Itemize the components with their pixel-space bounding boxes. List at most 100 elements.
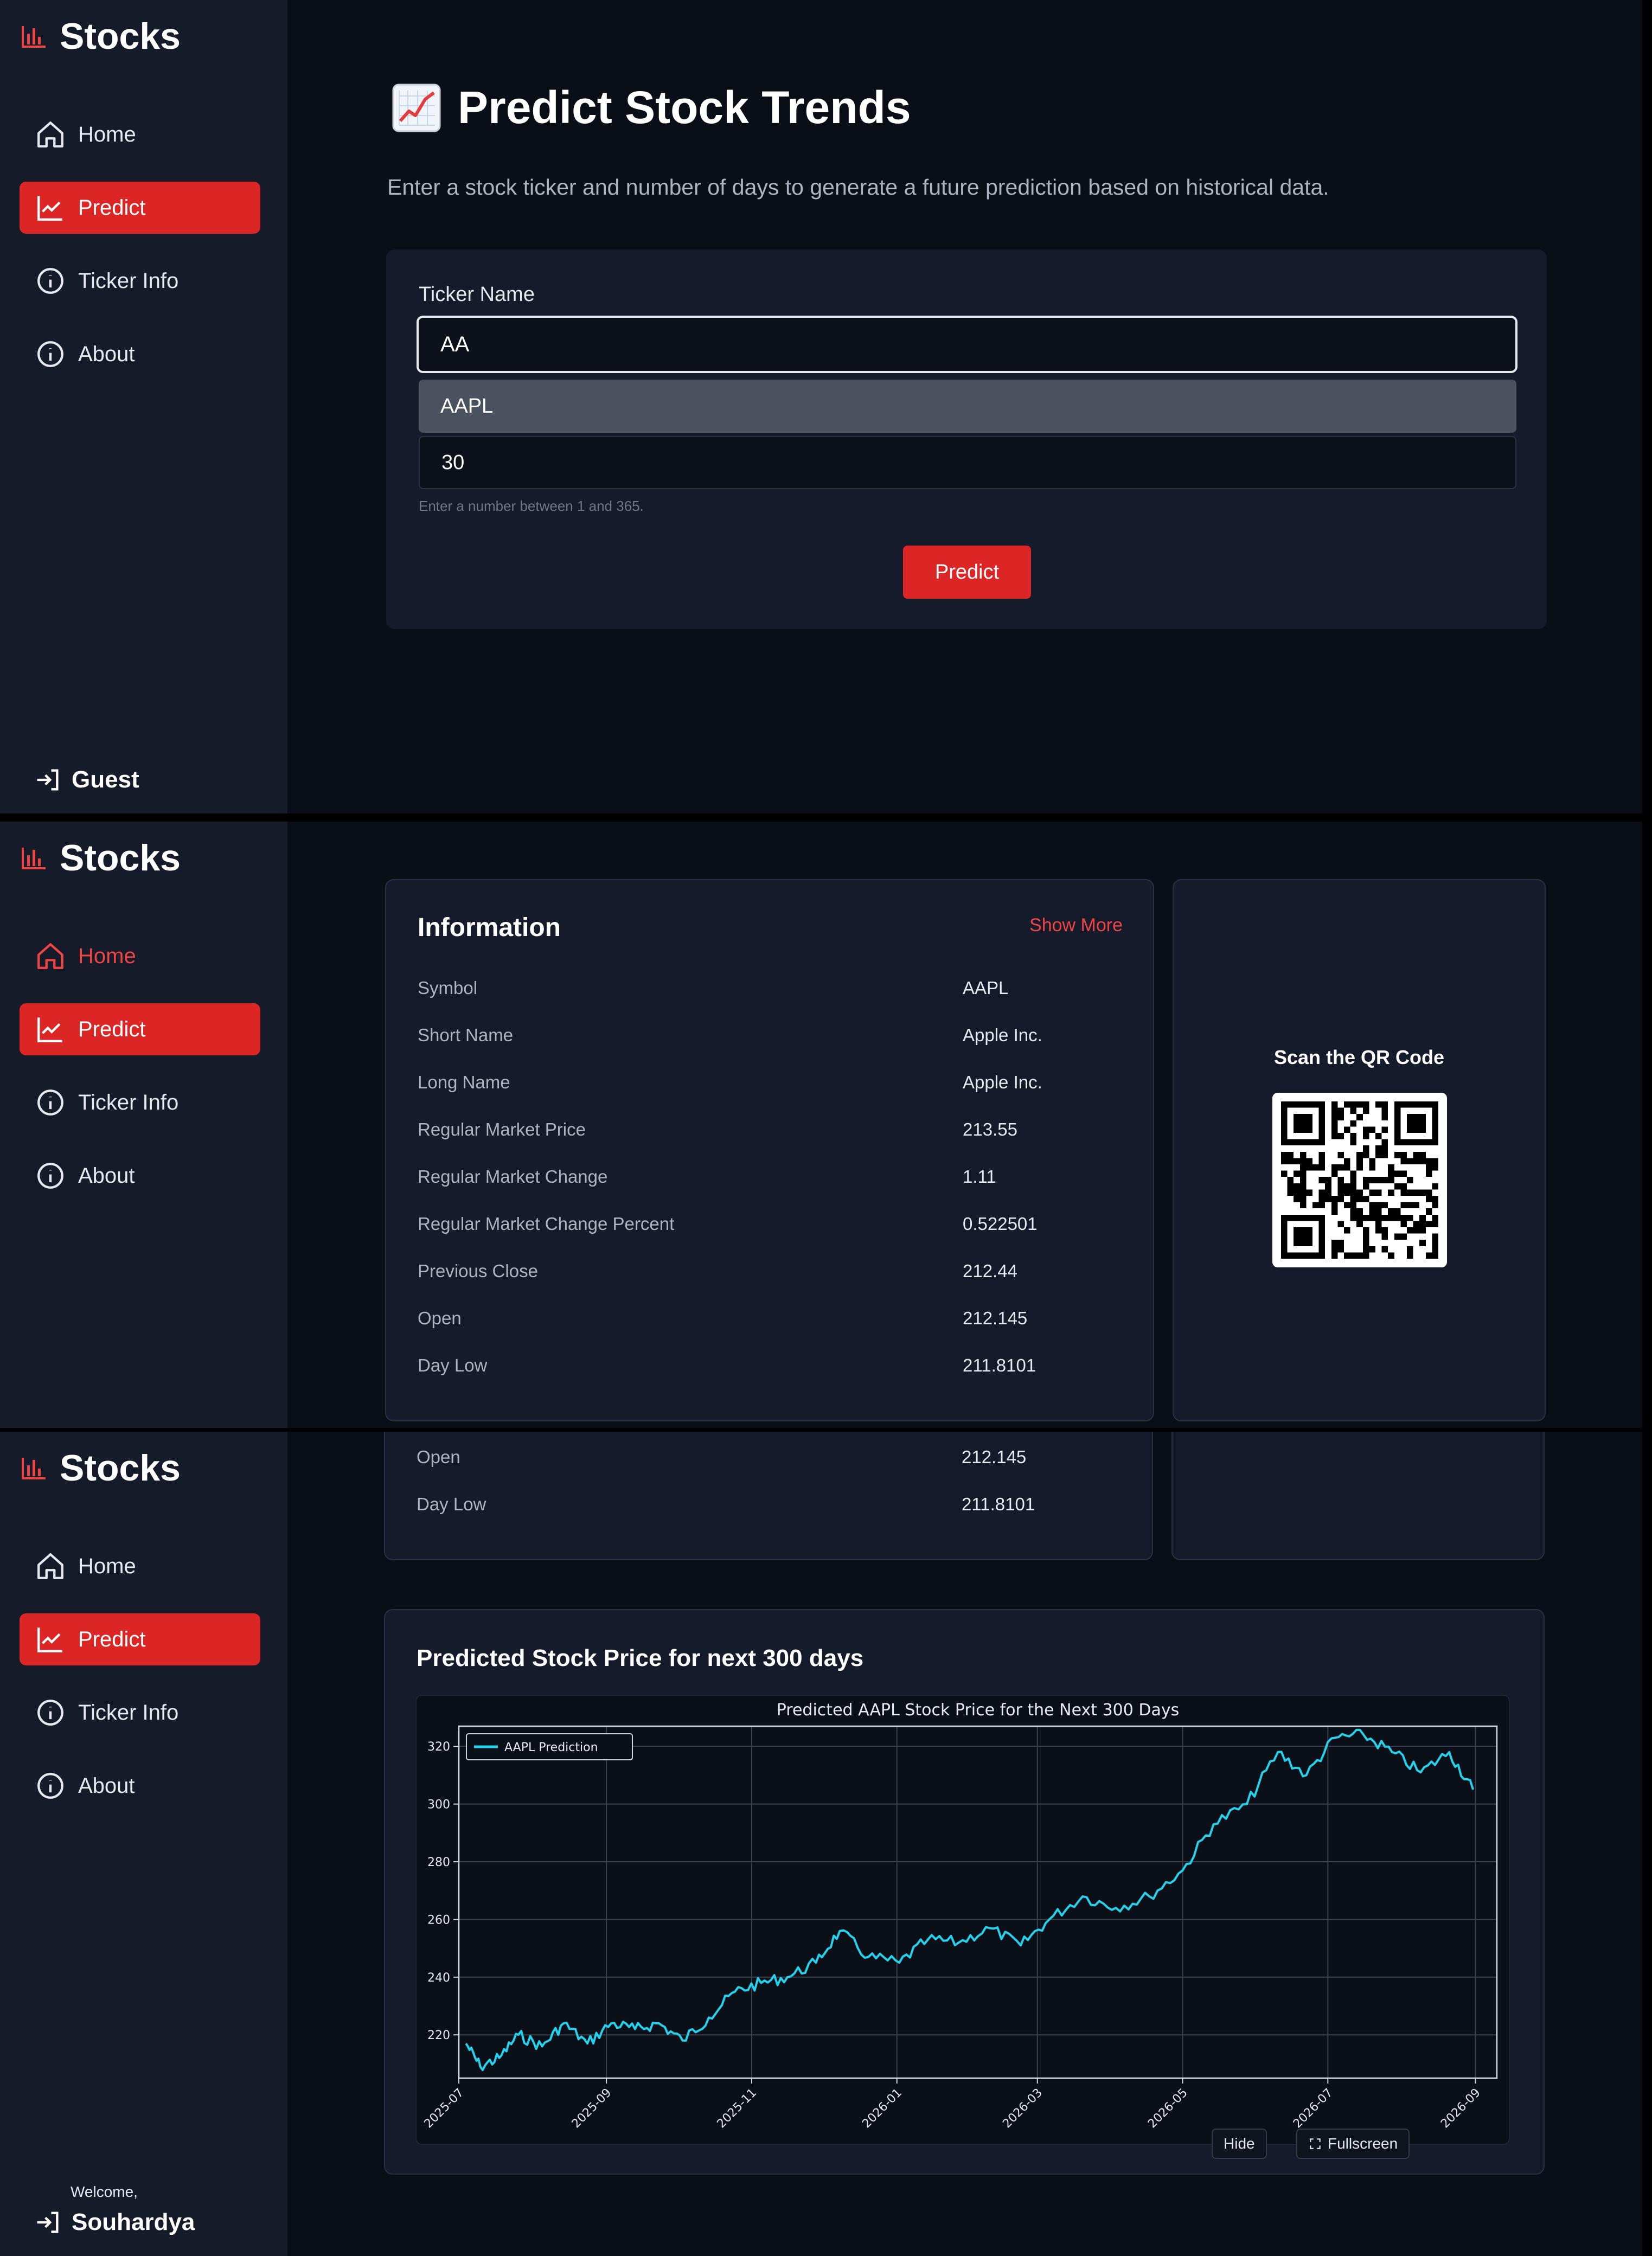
prediction-chart: Predicted AAPL Stock Price for the Next … — [415, 1695, 1510, 2145]
qr-module — [1394, 1170, 1401, 1177]
sidebar-item-about[interactable]: About — [20, 328, 260, 380]
qr-module — [1425, 1221, 1432, 1227]
qr-module — [1325, 1196, 1331, 1202]
qr-module — [1381, 1145, 1388, 1152]
days-input[interactable] — [419, 436, 1516, 489]
qr-card: Scan the QR Code — [1173, 879, 1546, 1421]
qr-module — [1375, 1227, 1382, 1234]
ticker-input[interactable] — [417, 316, 1517, 373]
sidebar: Stocks Home Predict Ticker Info About — [0, 0, 287, 813]
sidebar-item-predict[interactable]: Predict — [20, 1003, 260, 1055]
home-icon — [37, 1553, 63, 1579]
sidebar-item-home[interactable]: Home — [20, 1540, 260, 1592]
qr-module — [1400, 1214, 1407, 1221]
qr-module — [1331, 1133, 1338, 1139]
sidebar-item-about[interactable]: About — [20, 1150, 260, 1202]
qr-module — [1432, 1246, 1438, 1253]
qr-module — [1400, 1158, 1407, 1164]
qr-module — [1356, 1208, 1363, 1215]
sidebar-item-label: Ticker Info — [78, 1700, 179, 1725]
fullscreen-label: Fullscreen — [1328, 2135, 1398, 2152]
guest-label: Guest — [72, 766, 139, 793]
qr-module — [1356, 1151, 1363, 1158]
qr-module — [1331, 1170, 1338, 1177]
sidebar-item-label: Predict — [78, 195, 146, 220]
qr-module — [1388, 1252, 1394, 1259]
qr-module — [1425, 1158, 1432, 1164]
qr-module — [1337, 1196, 1344, 1202]
hide-button[interactable]: Hide — [1212, 2129, 1267, 2159]
qr-module — [1362, 1246, 1369, 1253]
qr-module — [1350, 1202, 1357, 1209]
user-profile[interactable]: Welcome, Souhardya — [34, 2183, 195, 2236]
brand[interactable]: Stocks — [21, 15, 181, 57]
sidebar-item-ticker-info[interactable]: Ticker Info — [20, 255, 260, 307]
qr-module — [1331, 1114, 1338, 1120]
sidebar-item-label: About — [78, 1773, 135, 1798]
y-tick-label: 280 — [427, 1856, 450, 1869]
qr-module — [1407, 1158, 1413, 1164]
info-row: Regular Market Price 213.55 — [418, 1119, 1123, 1167]
qr-module — [1381, 1233, 1388, 1240]
bar-chart-icon — [22, 848, 46, 869]
info-icon — [37, 1773, 63, 1799]
x-tick-label: 2026-01 — [860, 2086, 905, 2131]
login-icon — [37, 2212, 59, 2233]
qr-module — [1369, 1202, 1375, 1209]
sidebar-item-predict[interactable]: Predict — [20, 182, 260, 234]
x-tick-label: 2026-09 — [1438, 2086, 1483, 2131]
qr-module — [1299, 1196, 1307, 1202]
qr-card — [1171, 1432, 1545, 1560]
sidebar-item-ticker-info[interactable]: Ticker Info — [20, 1687, 260, 1739]
qr-module — [1318, 1177, 1326, 1183]
info-row: Day Low 211.8101 — [417, 1494, 1122, 1541]
brand[interactable]: Stocks — [21, 837, 181, 879]
sidebar-item-home[interactable]: Home — [20, 108, 260, 161]
brand[interactable]: Stocks — [21, 1447, 181, 1489]
qr-module — [1337, 1189, 1344, 1196]
qr-module — [1394, 1233, 1401, 1240]
qr-module — [1381, 1246, 1388, 1253]
trend-icon — [37, 196, 62, 221]
qr-module — [1407, 1189, 1413, 1196]
y-tick-label: 260 — [427, 1913, 450, 1927]
sidebar-item-label: Predict — [78, 1017, 146, 1041]
qr-module — [1375, 1208, 1382, 1215]
fullscreen-icon — [1310, 2138, 1321, 2149]
sidebar-item-label: Ticker Info — [78, 1090, 179, 1114]
qr-module — [1394, 1208, 1401, 1215]
qr-finder — [1407, 1114, 1426, 1133]
qr-module — [1294, 1189, 1300, 1196]
info-row-value: 212.145 — [962, 1447, 1027, 1467]
sidebar-item-home[interactable]: Home — [20, 930, 260, 982]
qr-module — [1356, 1189, 1363, 1196]
days-hint: Enter a number between 1 and 365. — [419, 498, 644, 514]
qr-module — [1344, 1189, 1350, 1196]
guest-login[interactable]: Guest — [34, 766, 139, 794]
qr-module — [1400, 1221, 1407, 1227]
home-icon — [37, 943, 63, 969]
qr-module — [1356, 1164, 1363, 1171]
qr-module — [1318, 1151, 1326, 1158]
qr-module — [1425, 1189, 1432, 1196]
qr-module — [1350, 1252, 1357, 1259]
sidebar-item-ticker-info[interactable]: Ticker Info — [20, 1076, 260, 1129]
qr-module — [1356, 1158, 1363, 1164]
show-more-link[interactable]: Show More — [1029, 915, 1123, 936]
ticker-suggestion[interactable]: AAPL — [419, 380, 1516, 433]
qr-module — [1407, 1214, 1413, 1221]
qr-module — [1375, 1189, 1382, 1196]
x-tick-label: 2025-07 — [422, 2086, 467, 2131]
sidebar-item-predict[interactable]: Predict — [20, 1613, 260, 1665]
info-row-key: Previous Close — [418, 1261, 538, 1281]
qr-module — [1331, 1240, 1338, 1246]
info-icon — [37, 1163, 63, 1189]
qr-module — [1419, 1221, 1426, 1227]
qr-module — [1375, 1133, 1382, 1139]
predict-form-view: Stocks Home Predict Ticker Info About Gu… — [0, 0, 1642, 813]
sidebar-item-about[interactable]: About — [20, 1760, 260, 1812]
predict-button[interactable]: Predict — [903, 546, 1031, 599]
qr-module — [1344, 1164, 1350, 1171]
fullscreen-button[interactable]: Fullscreen — [1296, 2129, 1410, 2159]
qr-module — [1381, 1139, 1388, 1146]
